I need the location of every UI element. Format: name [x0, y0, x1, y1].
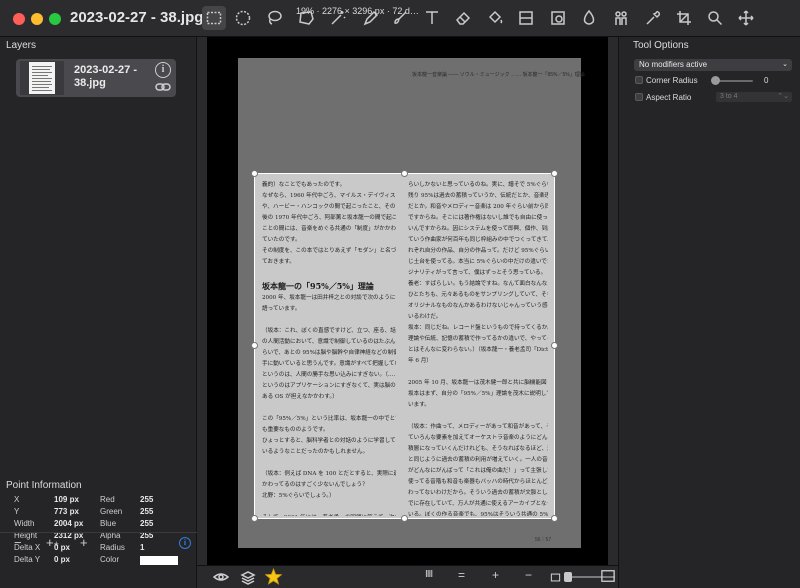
delta-y-value: 0 px	[54, 555, 71, 564]
blur-drop-icon[interactable]	[577, 6, 601, 30]
modifiers-dropdown[interactable]: No modifiers active ⌄	[634, 59, 792, 71]
selection-handle-top-left[interactable]	[251, 170, 258, 177]
corner-radius-value: 0	[764, 76, 769, 85]
minimize-window-button[interactable]	[31, 13, 43, 25]
zoom-in-button[interactable]: +	[492, 568, 499, 582]
info-icon[interactable]: i	[179, 537, 191, 549]
rectangle-select-icon[interactable]	[202, 6, 226, 30]
selection-marquee[interactable]	[254, 173, 555, 519]
selection-handle-bottom[interactable]	[401, 515, 408, 522]
text-icon[interactable]	[420, 6, 444, 30]
y-label: Y	[14, 507, 20, 516]
corner-radius-checkbox[interactable]	[635, 76, 643, 84]
layer-name: 2023-02-27 - 38.jpg	[74, 64, 137, 89]
document-title: 2023-02-27 - 38.jpg	[70, 9, 204, 26]
x-label: X	[14, 495, 20, 504]
fill-bucket-icon[interactable]	[483, 6, 507, 30]
zoom-window-button[interactable]	[49, 13, 61, 25]
add-group-label: +	[46, 535, 54, 550]
eye-icon[interactable]	[212, 569, 230, 585]
layers-panel-title: Layers	[6, 40, 37, 51]
close-window-button[interactable]	[13, 13, 25, 25]
selection-handle-bottom-right[interactable]	[551, 515, 558, 522]
image-info-text: 19% · 2276 × 3296 px · 72 d…	[296, 6, 419, 16]
image-large-icon	[601, 569, 617, 585]
zoom-icon[interactable]	[703, 6, 727, 30]
corner-radius-slider[interactable]	[715, 80, 753, 82]
crop-icon[interactable]	[672, 6, 696, 30]
point-info-row: Y 773 px Green 255	[0, 507, 197, 518]
chevron-down-icon: ⌄	[782, 61, 788, 68]
y-value: 773 px	[54, 507, 79, 516]
people-icon[interactable]	[609, 6, 633, 30]
layers-stack-icon[interactable]	[240, 569, 256, 585]
canvas-left-gutter	[197, 37, 207, 565]
color-swatch	[140, 556, 178, 565]
corner-radius-slider-knob[interactable]	[711, 76, 720, 85]
selection-handle-top[interactable]	[401, 170, 408, 177]
lasso-select-icon[interactable]	[262, 6, 286, 30]
delta-y-label: Delta Y	[14, 555, 41, 564]
ellipse-select-icon[interactable]	[231, 6, 255, 30]
add-layer-button[interactable]: +	[80, 535, 88, 550]
point-info-row: Delta Y 0 px Color	[0, 555, 197, 566]
blue-value: 255	[140, 519, 154, 528]
add-group-plus-small-icon: +	[53, 539, 59, 549]
zoom-slider-knob[interactable]	[564, 572, 572, 582]
selection-handle-right[interactable]	[551, 342, 558, 349]
tool-options-title: Tool Options	[633, 40, 689, 51]
green-value: 255	[140, 507, 154, 516]
page-running-header: 坂本龍一音楽論 —— ソウル・ミュージック …… 坂本龍一「95%／5%」理論	[412, 72, 585, 78]
point-info-title: Point Information	[6, 480, 82, 491]
x-value: 109 px	[54, 495, 79, 504]
red-label: Red	[100, 495, 115, 504]
aspect-ratio-checkbox[interactable]	[635, 93, 643, 101]
selection-handle-top-right[interactable]	[551, 170, 558, 177]
stamp-icon[interactable]	[546, 6, 570, 30]
canvas-right-gutter	[608, 37, 618, 565]
layer-info-icon[interactable]: i	[155, 62, 171, 78]
selection-handle-bottom-left[interactable]	[251, 515, 258, 522]
eyedropper-icon[interactable]	[641, 6, 665, 30]
point-info-row: X 109 px Red 255	[0, 495, 197, 506]
eraser-icon[interactable]	[451, 6, 475, 30]
modifiers-dropdown-label: No modifiers active	[639, 60, 708, 69]
selection-handle-left[interactable]	[251, 342, 258, 349]
layers-footer: − ++ + i	[0, 532, 197, 551]
remove-layer-button[interactable]: −	[14, 535, 22, 550]
color-label: Color	[100, 555, 120, 564]
aspect-ratio-label: Aspect Ratio	[646, 93, 692, 102]
right-sidebar	[618, 37, 800, 588]
bars-icon[interactable]: IIII	[425, 569, 433, 580]
fit-button[interactable]: =	[458, 568, 465, 582]
star-icon[interactable]	[264, 567, 283, 585]
green-label: Green	[100, 507, 123, 516]
red-value: 255	[140, 495, 154, 504]
width-label: Width	[14, 519, 35, 528]
zoom-out-button[interactable]: −	[525, 568, 532, 582]
aspect-ratio-value: 3 to 4	[720, 93, 738, 100]
add-group-button[interactable]: ++	[46, 535, 59, 550]
link-icon[interactable]	[155, 81, 171, 93]
point-info-row: Width 2004 px Blue 255	[0, 519, 197, 530]
layer-item[interactable]: 2023-02-27 - 38.jpg i	[16, 59, 176, 97]
move-icon[interactable]	[734, 6, 758, 30]
blue-label: Blue	[100, 519, 117, 528]
aspect-ratio-select[interactable]: 3 to 4 ⌃⌄	[716, 92, 792, 102]
gradient-icon[interactable]	[514, 6, 538, 30]
width-value: 2004 px	[54, 519, 84, 528]
chevron-updown-icon: ⌃⌄	[777, 93, 789, 100]
layer-thumbnail	[20, 61, 64, 95]
page-number: 56｜57	[535, 537, 552, 543]
corner-radius-label: Corner Radius	[646, 76, 698, 85]
